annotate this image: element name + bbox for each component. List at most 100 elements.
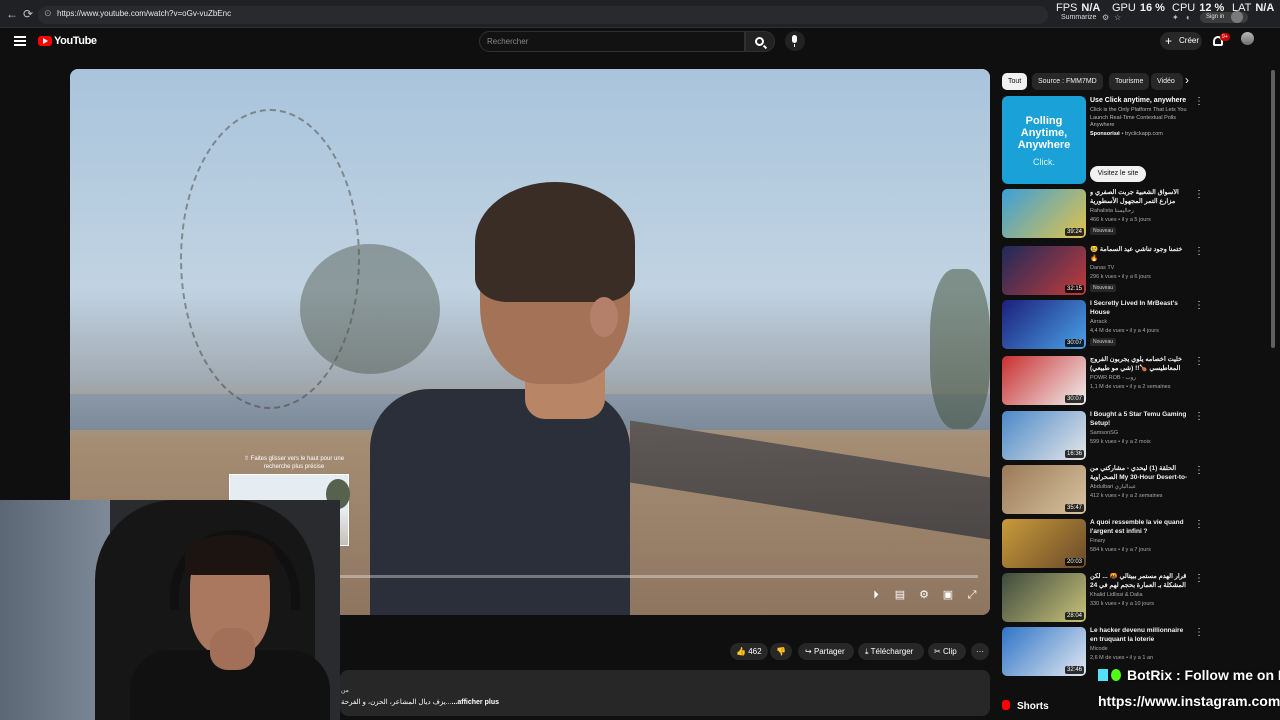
channel-name[interactable]: Danas TV (1090, 265, 1114, 271)
create-button[interactable]: + Créer (1160, 32, 1202, 50)
video-thumbnail[interactable]: 39:24 (1002, 189, 1086, 238)
shorts-header[interactable]: Shorts (1002, 700, 1049, 712)
recommended-video[interactable]: 28:04 قرار الهدم مستمر ببيتالي 🤬 ... لكن … (1002, 573, 1204, 625)
recommended-video[interactable]: 30:07 I Secretly Lived In MrBeast's House… (1002, 300, 1204, 352)
settings-icon[interactable]: ⚙ (916, 587, 932, 603)
channel-name[interactable]: Khalid Lidlissi & Dalia (1090, 592, 1143, 598)
new-badge: Nouveau (1090, 227, 1117, 235)
sidebar-scrollbar[interactable] (1271, 70, 1275, 348)
menu-icon[interactable] (14, 36, 26, 46)
profile-avatar[interactable] (1231, 11, 1243, 23)
channel-name[interactable]: Airrack (1090, 319, 1107, 325)
video-thumbnail[interactable]: 32:46 (1002, 627, 1086, 676)
fullscreen-icon[interactable]: ⤢ (964, 587, 980, 603)
video-meta: 599 k vues • il y a 2 mois (1090, 439, 1151, 445)
recommended-video[interactable]: 30:07 خليت أخصامه يلوي يجربون الفروج المع… (1002, 356, 1204, 408)
address-bar[interactable]: ⊙ https://www.youtube.com/watch?v=oGv-vu… (38, 6, 1048, 24)
chip-all[interactable]: Tout (1002, 73, 1028, 90)
account-avatar[interactable] (1241, 32, 1254, 45)
summarize-extension[interactable]: Summarize (1061, 14, 1096, 21)
video-title[interactable]: الأسواق الشعبية جربت الصفري و مزارع التم… (1090, 189, 1190, 206)
description-box[interactable]: من يزف ديال المشاعر، الحزن، و الفرحة....… (340, 670, 990, 716)
video-more-icon[interactable]: ⋮ (1194, 356, 1204, 367)
logo-text: YouTube (54, 35, 97, 47)
chip-video[interactable]: Vidéo (1151, 73, 1183, 90)
video-duration: 39:24 (1064, 228, 1084, 236)
video-thumbnail[interactable]: 20:03 (1002, 519, 1086, 568)
video-title[interactable]: I Secretly Lived In MrBeast's House (1090, 300, 1190, 317)
back-icon[interactable]: ← (6, 7, 18, 21)
ad-headline: Use Click anytime, anywhere (1090, 97, 1187, 104)
video-thumbnail[interactable]: 28:04 (1002, 573, 1086, 622)
share-icon: ↪ (805, 647, 812, 656)
seek-hint-tooltip: ⇧ Faites glisser vers le haut pour une r… (243, 456, 345, 470)
visit-site-button[interactable]: Visitez le site (1090, 166, 1146, 182)
video-thumbnail[interactable]: 32:15 (1002, 246, 1086, 295)
video-title[interactable]: خليت أخصامه يلوي يجربون الفروج المعاطيسي… (1090, 356, 1190, 373)
video-more-icon[interactable]: ⋮ (1194, 627, 1204, 638)
new-badge: Nouveau (1090, 284, 1117, 292)
search-input[interactable]: Rechercher (479, 31, 745, 52)
screen: ← ⟳ ⊙ https://www.youtube.com/watch?v=oG… (0, 0, 1280, 720)
video-meta: 584 k vues • il y a 7 jours (1090, 547, 1151, 553)
autoplay-toggle-icon[interactable]: ⏵ (868, 587, 884, 603)
reload-icon[interactable]: ⟳ (23, 7, 33, 21)
extension-icon[interactable]: ✦ (1172, 13, 1179, 22)
video-more-icon[interactable]: ⋮ (1194, 411, 1204, 422)
video-more-icon[interactable]: ⋮ (1194, 189, 1204, 200)
recommended-video[interactable]: 35:47 الحلقة (1) ليحدي - مشاركتي من الصحر… (1002, 465, 1204, 517)
video-more-icon[interactable]: ⋮ (1194, 246, 1204, 257)
ad-sponsor: Sponsorisé • tryclickapp.com (1090, 130, 1163, 137)
ad-info[interactable]: Use Click anytime, anywhere Click is the… (1090, 96, 1190, 137)
miniplayer-icon[interactable]: ▣ (940, 587, 956, 603)
browser-toolbar: ← ⟳ ⊙ https://www.youtube.com/watch?v=oG… (0, 0, 1280, 28)
video-more-icon[interactable]: ⋮ (1194, 465, 1204, 476)
chevron-right-icon[interactable]: › (1185, 73, 1189, 87)
dislike-button[interactable]: 👎 (770, 643, 792, 660)
channel-name[interactable]: Rahalista رحاليستا (1090, 208, 1134, 214)
clip-button[interactable]: ✂ Clip (928, 643, 966, 660)
subtitles-icon[interactable]: ▤ (892, 587, 908, 603)
extension-icon[interactable]: ⚙ (1102, 13, 1109, 22)
channel-name[interactable]: POWR ROB - روب (1090, 375, 1136, 381)
share-button[interactable]: ↪ Partager (798, 643, 854, 660)
search-button[interactable] (745, 31, 775, 52)
chip-tourism[interactable]: Tourisme (1109, 73, 1150, 90)
video-title[interactable]: قرار الهدم مستمر ببيتالي 🤬 ... لكن المشك… (1090, 573, 1190, 590)
download-icon: ⤓ (865, 647, 869, 656)
video-title[interactable]: I Bought a 5 Star Temu Gaming Setup! (1090, 411, 1190, 428)
recommended-video[interactable]: 32:15 😢 ختمنا وجود تناشي عيد السمامة 🔥 Dan… (1002, 246, 1204, 298)
ad-thumbnail[interactable]: Polling Anytime, Anywhere Click. (1002, 96, 1086, 184)
video-meta: 4,4 M de vues • il y a 4 jours (1090, 328, 1159, 334)
more-actions-button[interactable]: ··· (971, 643, 989, 660)
voice-search-button[interactable] (785, 31, 805, 51)
video-title[interactable]: 😢 ختمنا وجود تناشي عيد السمامة 🔥 (1090, 246, 1190, 263)
show-more-link[interactable]: ...afficher plus (452, 699, 499, 706)
video-thumbnail[interactable]: 35:47 (1002, 465, 1086, 514)
video-thumbnail[interactable]: 30:07 (1002, 356, 1086, 405)
extension-icon[interactable]: ◐ (1186, 13, 1191, 22)
video-more-icon[interactable]: ⋮ (1194, 300, 1204, 311)
video-title[interactable]: الحلقة (1) ليحدي - مشاركتي من الصحراوية … (1090, 465, 1190, 482)
channel-name[interactable]: Micode (1090, 646, 1108, 652)
video-thumbnail[interactable]: 16:36 (1002, 411, 1086, 460)
video-duration: 32:15 (1064, 285, 1084, 293)
like-button[interactable]: 👍 462 (730, 643, 768, 660)
video-more-icon[interactable]: ⋮ (1194, 519, 1204, 530)
video-title[interactable]: À quoi ressemble la vie quand l'argent e… (1090, 519, 1190, 536)
chip-source[interactable]: Source : FMM7MD (1032, 73, 1103, 90)
ad-more-icon[interactable]: ⋮ (1194, 96, 1204, 107)
recommended-video[interactable]: 39:24 الأسواق الشعبية جربت الصفري و مزارع… (1002, 189, 1204, 241)
video-more-icon[interactable]: ⋮ (1194, 573, 1204, 584)
channel-name[interactable]: SamsonSG (1090, 430, 1118, 436)
channel-name[interactable]: Abdulbari عبدالباري (1090, 484, 1136, 490)
download-button[interactable]: ⤓ Télécharger (858, 643, 924, 660)
channel-name[interactable]: Finary (1090, 538, 1105, 544)
plus-icon: + (1165, 34, 1173, 48)
recommended-video[interactable]: 16:36 I Bought a 5 Star Temu Gaming Setup… (1002, 411, 1204, 463)
video-thumbnail[interactable]: 30:07 (1002, 300, 1086, 349)
video-duration: 35:47 (1064, 504, 1084, 512)
video-title[interactable]: Le hacker devenu millionnaire en truquan… (1090, 627, 1190, 644)
recommended-video[interactable]: 20:03 À quoi ressemble la vie quand l'arg… (1002, 519, 1204, 571)
extension-icon[interactable]: ☆ (1114, 13, 1121, 22)
